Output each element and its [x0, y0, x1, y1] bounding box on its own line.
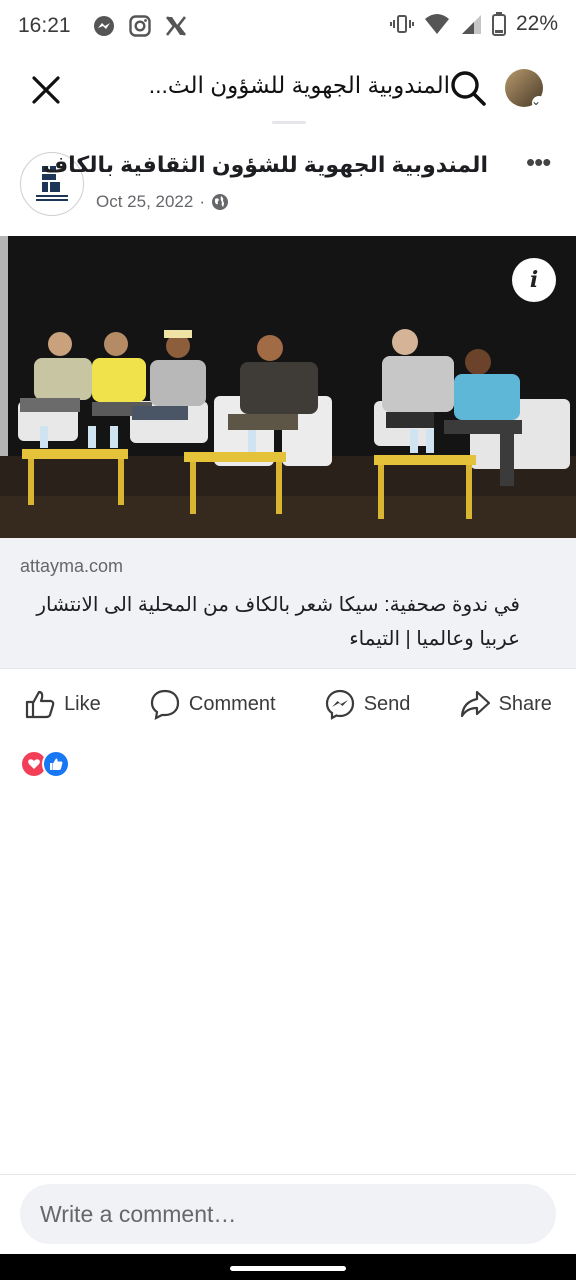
- panel-scene-image: [0, 236, 576, 538]
- messenger-icon: [325, 689, 354, 720]
- more-options-button[interactable]: •••: [526, 149, 562, 176]
- divider: [0, 1174, 576, 1175]
- x-icon: [165, 16, 187, 36]
- like-button[interactable]: Like: [24, 688, 101, 720]
- battery-icon: [491, 12, 506, 36]
- post-meta: Oct 25, 2022 ·: [96, 192, 229, 212]
- home-gesture-handle[interactable]: [230, 1266, 346, 1271]
- search-icon[interactable]: [448, 68, 488, 108]
- comment-input[interactable]: Write a comment…: [20, 1184, 556, 1244]
- vibrate-icon: [389, 15, 414, 33]
- close-button[interactable]: [26, 70, 66, 110]
- link-preview[interactable]: attayma.com في ندوة صحفية: سيكا شعر بالك…: [0, 538, 576, 669]
- send-button[interactable]: Send: [324, 688, 411, 720]
- page-name[interactable]: المندوبية الجهوية للشؤون الثقافية بالكاف: [43, 152, 488, 178]
- battery-percent: 22%: [515, 12, 558, 35]
- info-button[interactable]: i: [512, 258, 556, 302]
- post-actions: Like Comment Send Share: [0, 680, 576, 728]
- divider: [272, 121, 306, 124]
- share-arrow-icon: [460, 690, 490, 718]
- post-header: المندوبية الجهوية للشؤون الثقافية بالكاف…: [0, 140, 576, 230]
- link-domain: attayma.com: [20, 556, 124, 576]
- reaction-summary[interactable]: [20, 750, 70, 778]
- comment-icon: [150, 689, 179, 720]
- globe-icon: [212, 194, 229, 210]
- top-bar: المندوبية الجهوية للشؤون الث...: [0, 58, 576, 120]
- wifi-icon: [424, 14, 449, 34]
- post-date[interactable]: Oct 25, 2022: [96, 192, 193, 212]
- system-nav-bar: [0, 1254, 576, 1280]
- thumbs-up-icon: [25, 690, 55, 719]
- send-label: Send: [363, 692, 411, 715]
- comment-label: Comment: [188, 692, 276, 715]
- like-label: Like: [64, 692, 101, 715]
- search-query[interactable]: المندوبية الجهوية للشؤون الث...: [130, 72, 450, 99]
- signal-icon: [461, 15, 481, 34]
- messenger-icon: [94, 16, 114, 36]
- comment-button[interactable]: Comment: [149, 688, 276, 720]
- meta-separator: ·: [199, 192, 206, 211]
- status-app-icons: [92, 14, 188, 38]
- link-title: في ندوة صحفية: سيكا شعر بالكاف من المحلي…: [36, 594, 520, 650]
- status-indicators: 22%: [389, 12, 558, 36]
- chevron-down-icon: ⌄: [531, 94, 542, 108]
- status-bar: 16:21 22%: [0, 0, 576, 54]
- share-label: Share: [498, 692, 552, 715]
- status-time: 16:21: [18, 14, 71, 37]
- thumbs-up-icon: [42, 750, 70, 778]
- instagram-icon: [129, 15, 151, 37]
- post-photo[interactable]: i: [0, 236, 576, 538]
- share-button[interactable]: Share: [459, 688, 552, 720]
